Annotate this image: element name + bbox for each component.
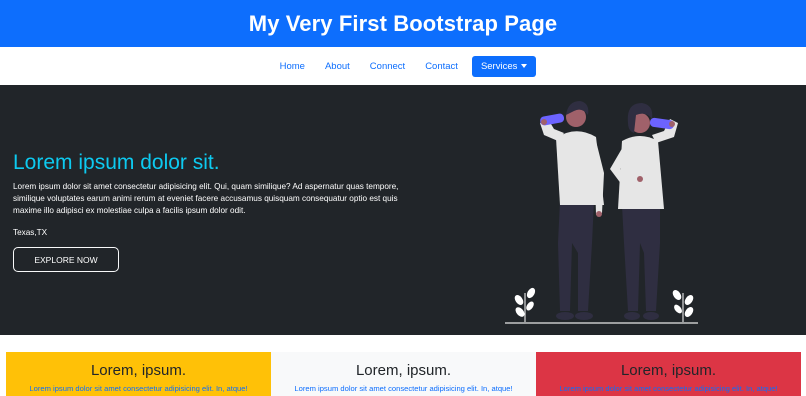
hero-title: Lorem ipsum dolor sit.: [13, 151, 220, 174]
nav-link-about[interactable]: About: [315, 55, 360, 78]
services-dropdown-button[interactable]: Services: [471, 55, 537, 77]
hero-section: Lorem ipsum dolor sit. Lorem ipsum dolor…: [0, 85, 806, 335]
card-light: Lorem, ipsum. Lorem ipsum dolor sit amet…: [271, 352, 536, 396]
explore-now-button[interactable]: EXPLORE NOW: [13, 247, 119, 272]
card-text: Lorem ipsum dolor sit amet consectetur a…: [29, 384, 248, 393]
card-warning: Lorem, ipsum. Lorem ipsum dolor sit amet…: [6, 352, 271, 396]
caret-down-icon: [521, 64, 528, 68]
hero-location: Texas,TX: [13, 228, 48, 237]
nav-link-connect[interactable]: Connect: [360, 55, 415, 78]
nav-link-home[interactable]: Home: [270, 55, 315, 78]
card-title: Lorem, ipsum.: [355, 362, 452, 379]
card-text: Lorem ipsum dolor sit amet consectetur a…: [294, 384, 513, 393]
card-text: Lorem ipsum dolor sit amet consectetur a…: [559, 384, 778, 393]
cards-row: Lorem, ipsum. Lorem ipsum dolor sit amet…: [0, 335, 806, 396]
people-drinking-illustration: [505, 101, 698, 324]
card-danger: Lorem, ipsum. Lorem ipsum dolor sit amet…: [536, 352, 801, 396]
hero-text: Lorem ipsum dolor sit amet consectetur a…: [13, 182, 399, 215]
page-title: My Very First Bootstrap Page: [248, 10, 558, 36]
card-title: Lorem, ipsum.: [620, 362, 717, 379]
services-label: Services: [480, 60, 518, 72]
navbar: Home About Connect Contact Services: [0, 47, 806, 85]
card-title: Lorem, ipsum.: [90, 362, 187, 379]
top-banner: My Very First Bootstrap Page: [0, 0, 806, 47]
nav-link-contact[interactable]: Contact: [415, 55, 468, 78]
